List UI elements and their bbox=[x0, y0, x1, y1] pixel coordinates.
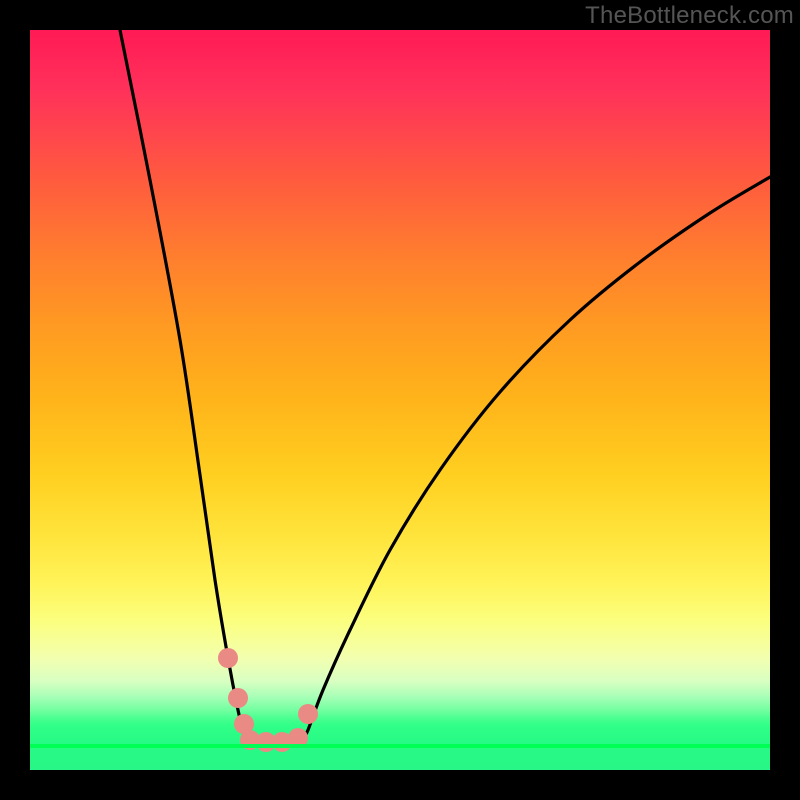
chart-frame: TheBottleneck.com bbox=[0, 0, 800, 800]
valley-marker bbox=[228, 688, 248, 708]
watermark-text: TheBottleneck.com bbox=[585, 2, 794, 30]
bottleneck-curve bbox=[30, 30, 770, 770]
plot-area bbox=[30, 30, 770, 770]
valley-marker bbox=[298, 704, 318, 724]
valley-marker bbox=[218, 648, 238, 668]
